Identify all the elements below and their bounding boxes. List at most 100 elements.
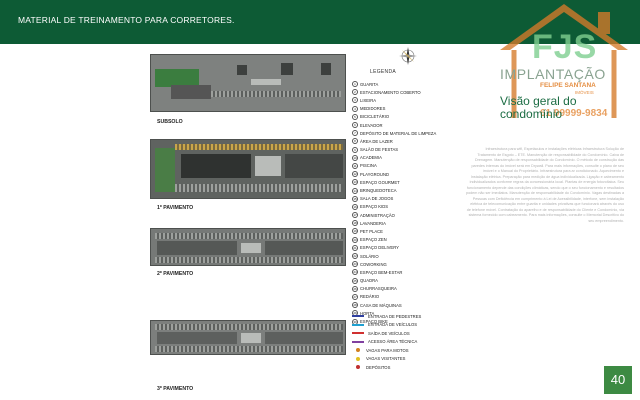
watermark-name: FELIPE SANTANA [540, 82, 596, 89]
legend-item-label: PISCINA [360, 163, 377, 169]
legend-item-label: BICICLETÁRIO [360, 114, 390, 120]
legend-number-icon: 11 [352, 162, 358, 169]
access-legend-item: DEPÓSITOS [352, 363, 452, 372]
legend-title: LEGENDA [370, 69, 396, 75]
legend-number-icon: 13 [352, 179, 358, 186]
access-legend-label: VAGAS PARA MOTOS [366, 347, 409, 353]
legend-number-icon: 9 [352, 146, 358, 153]
legend-item-label: GUARITA [360, 81, 379, 87]
path-line-icon [352, 323, 364, 326]
page-number: 40 [604, 366, 632, 394]
access-legend-label: ENTRADA DE VEÍCULOS [368, 322, 418, 328]
access-legend-label: ACESSO ÁREA TÉCNICA [368, 339, 418, 345]
legend-item-label: ESPAÇO GOURMET [360, 179, 400, 185]
description-text: Infraestrutura para wifi, Espetáculos e … [466, 147, 624, 223]
legend-number-icon: 3 [352, 97, 358, 104]
floor-label-3-pavimento: 3º PAVIMENTO [157, 386, 194, 392]
access-legend: ENTRADA DE PEDESTRES ENTRADA DE VEÍCULOS S… [352, 312, 452, 372]
legend-number-icon: 23 [352, 261, 358, 268]
legend-number-icon: 22 [352, 253, 358, 260]
legend-item: 21 ESPAÇO DELIVERY [352, 244, 452, 252]
access-legend-item: ACESSO ÁREA TÉCNICA [352, 338, 452, 347]
legend-number-icon: 17 [352, 212, 358, 219]
section-title: IMPLANTAÇÃO [500, 66, 606, 82]
legend-item: 24 ESPAÇO BEM-ESTAR [352, 268, 452, 276]
legend-item-label: ESPAÇO DELIVERY [360, 245, 399, 251]
access-legend-item: ENTRADA DE VEÍCULOS [352, 321, 452, 330]
marker-dot-icon [356, 348, 360, 353]
legend-item: 12 PLAYGROUND [352, 170, 452, 178]
legend-item: 22 SOLÁRIO [352, 252, 452, 260]
legend-number-icon: 12 [352, 171, 358, 178]
legend-number-icon: 8 [352, 138, 358, 145]
legend-item: 6 ELEVADOR [352, 121, 452, 129]
legend-number-icon: 5 [352, 113, 358, 120]
legend-item-label: MEDIDORES [360, 106, 386, 112]
legend-number-icon: 1 [352, 81, 358, 88]
legend-item: 14 BRINQUEDOTECA [352, 186, 452, 194]
legend-item-label: CASA DE MÁQUINAS [360, 302, 402, 308]
legend-item-label: ACADEMIA [360, 155, 382, 161]
legend-item-label: ELEVADOR [360, 122, 383, 128]
compass-rose-icon [399, 47, 417, 65]
legend-item-label: ADMINISTRAÇÃO [360, 212, 395, 218]
legend-number-icon: 2 [352, 89, 358, 96]
legend-item: 26 CHURRASQUEIRA [352, 285, 452, 293]
legend-number-icon: 24 [352, 269, 358, 276]
legend-number-icon: 15 [352, 195, 358, 202]
legend-number-icon: 14 [352, 187, 358, 194]
access-legend-item: SAÍDA DE VEÍCULOS [352, 329, 452, 338]
legend-item: 5 BICICLETÁRIO [352, 113, 452, 121]
legend-number-icon: 4 [352, 105, 358, 112]
legend-item: 4 MEDIDORES [352, 105, 452, 113]
legend-item-label: PLAYGROUND [360, 171, 390, 177]
legend-item: 9 SALÃO DE FESTAS [352, 146, 452, 154]
floor-label-subsolo: SUBSOLO [157, 119, 183, 125]
legend-item: 20 ESPAÇO ZEN [352, 236, 452, 244]
legend-number-icon: 16 [352, 203, 358, 210]
header-title: MATERIAL DE TREINAMENTO PARA CORRETORES. [18, 15, 235, 25]
legend-item-label: ESTACIONAMENTO COBERTO [360, 89, 421, 95]
access-legend-label: ENTRADA DE PEDESTRES [368, 313, 422, 319]
legend-item-label: REDÁRIO [360, 294, 380, 300]
legend-item: 16 ESPAÇO KIDS [352, 203, 452, 211]
legend-list: 1 GUARITA 2 ESTACIONAMENTO COBERTO 3 LIXEIRA 4… [352, 80, 452, 326]
legend-item: 10 ACADEMIA [352, 154, 452, 162]
legend-number-icon: 26 [352, 285, 358, 292]
legend-item-label: LIXEIRA [360, 97, 377, 103]
legend-number-icon: 21 [352, 244, 358, 251]
path-line-icon [352, 340, 364, 343]
legend-item: 8 ÁREA DE LAZER [352, 137, 452, 145]
legend-item-label: DEPÓSITO DE MATERIAL DE LIMPEZA [360, 130, 437, 136]
legend-number-icon: 10 [352, 154, 358, 161]
legend-number-icon: 19 [352, 228, 358, 235]
floor-label-2-pavimento: 2º PAVIMENTO [157, 271, 194, 277]
floor-label-1-pavimento: 1º PAVIMENTO [157, 205, 194, 211]
access-legend-label: VAGAS VISITANTES [366, 356, 406, 362]
legend-number-icon: 25 [352, 277, 358, 284]
legend-number-icon: 27 [352, 293, 358, 300]
access-legend-item: VAGAS PARA MOTOS [352, 346, 452, 355]
legend-number-icon: 6 [352, 122, 358, 129]
legend-item: 11 PISCINA [352, 162, 452, 170]
legend-item: 13 ESPAÇO GOURMET [352, 178, 452, 186]
legend-item-label: ESPAÇO ZEN [360, 237, 387, 243]
legend-number-icon: 18 [352, 220, 358, 227]
marker-dot-icon [356, 356, 360, 361]
access-legend-item: VAGAS VISITANTES [352, 355, 452, 364]
legend-item: 7 DEPÓSITO DE MATERIAL DE LIMPEZA [352, 129, 452, 137]
legend-item-label: SALA DE JOGOS [360, 196, 394, 202]
legend-item-label: ESPAÇO KIDS [360, 204, 389, 210]
legend-number-icon: 28 [352, 302, 358, 309]
marker-dot-icon [356, 365, 360, 370]
section-subtitle: Visão geral do condomínio [500, 94, 577, 121]
legend-item: 25 QUADRA [352, 277, 452, 285]
watermark-logo: FJS [532, 28, 598, 66]
legend-number-icon: 7 [352, 130, 358, 137]
legend-number-icon: 20 [352, 236, 358, 243]
legend-item: 19 PET PLACE [352, 227, 452, 235]
legend-item: 2 ESTACIONAMENTO COBERTO [352, 88, 452, 96]
legend-item: 27 REDÁRIO [352, 293, 452, 301]
legend-item-label: LAVANDERIA [360, 220, 386, 226]
floor-plan-subsolo [150, 54, 346, 112]
